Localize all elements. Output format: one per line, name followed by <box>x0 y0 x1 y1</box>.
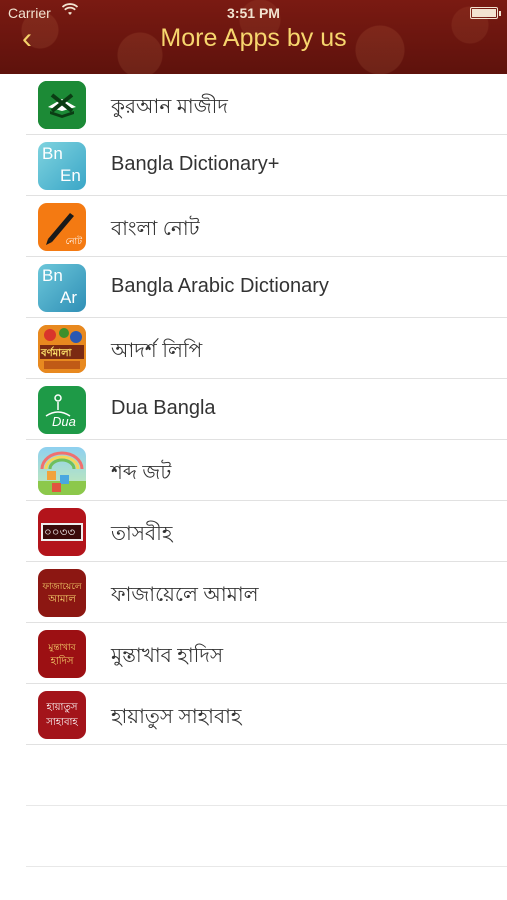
empty-row <box>0 745 507 806</box>
fazayele-amal-icon: ফাজায়েলে আমাল <box>38 569 86 617</box>
app-label: হায়াতুস সাহাবাহ <box>111 706 242 728</box>
app-label: কুরআন মাজীদ <box>111 96 228 118</box>
shobdo-jot-icon <box>38 447 86 495</box>
status-bar: Carrier 3:51 PM <box>0 0 507 26</box>
list-item-tasbih[interactable]: ০০৩৩ তাসবীহ <box>0 501 507 562</box>
app-label: Dua Bangla <box>111 397 216 419</box>
app-label: শব্দ জট <box>111 462 172 484</box>
empty-row <box>0 806 507 867</box>
list-item-hayatus-sahabah[interactable]: হায়াতুস সাহাবাহ হায়াতুস সাহাবাহ <box>0 684 507 745</box>
list-item-fazayele-amal[interactable]: ফাজায়েলে আমাল ফাজায়েলে আমাল <box>0 562 507 623</box>
page-title: More Apps by us <box>160 24 347 52</box>
quran-icon <box>38 81 86 129</box>
bangla-dictionary-icon: Bn En <box>38 142 86 190</box>
status-time: 3:51 PM <box>227 5 280 21</box>
list-item-adarsha-lipi[interactable]: বর্ণমালা আদর্শ লিপি <box>0 318 507 379</box>
list-item-quran[interactable]: কুরআন মাজীদ <box>0 74 507 135</box>
list-item-shobdo-jot[interactable]: শব্দ জট <box>0 440 507 501</box>
list-item-bangla-arabic-dictionary[interactable]: Bn Ar Bangla Arabic Dictionary <box>0 257 507 318</box>
bangla-arabic-dictionary-icon: Bn Ar <box>38 264 86 312</box>
app-label: ফাজায়েলে আমাল <box>111 584 259 606</box>
dua-bangla-icon: Dua <box>38 386 86 434</box>
app-label: Bangla Arabic Dictionary <box>111 275 329 297</box>
app-label: বাংলা নোট <box>111 218 200 240</box>
nav-bar: Carrier 3:51 PM ‹ More Apps by us <box>0 0 507 74</box>
battery-icon <box>470 7 501 19</box>
app-label: তাসবীহ <box>111 523 173 545</box>
adarsha-lipi-icon: বর্ণমালা <box>38 325 86 373</box>
bangla-note-icon: নোট <box>38 203 86 251</box>
muntakhab-hadis-icon: মুন্তাখাব হাদিস <box>38 630 86 678</box>
list-item-bangla-dictionary[interactable]: Bn En Bangla Dictionary+ <box>0 135 507 196</box>
tasbih-counter-icon: ০০৩৩ <box>38 508 86 556</box>
list-item-dua-bangla[interactable]: Dua Dua Bangla <box>0 379 507 440</box>
hayatus-sahabah-icon: হায়াতুস সাহাবাহ <box>38 691 86 739</box>
app-label: আদর্শ লিপি <box>111 340 203 362</box>
list-item-muntakhab-hadis[interactable]: মুন্তাখাব হাদিস মুন্তাখাব হাদিস <box>0 623 507 684</box>
app-label: মুন্তাখাব হাদিস <box>111 645 224 667</box>
app-label: Bangla Dictionary+ <box>111 153 280 175</box>
list-item-bangla-note[interactable]: নোট বাংলা নোট <box>0 196 507 257</box>
apps-list: কুরআন মাজীদ Bn En Bangla Dictionary+ নোট… <box>0 74 507 867</box>
